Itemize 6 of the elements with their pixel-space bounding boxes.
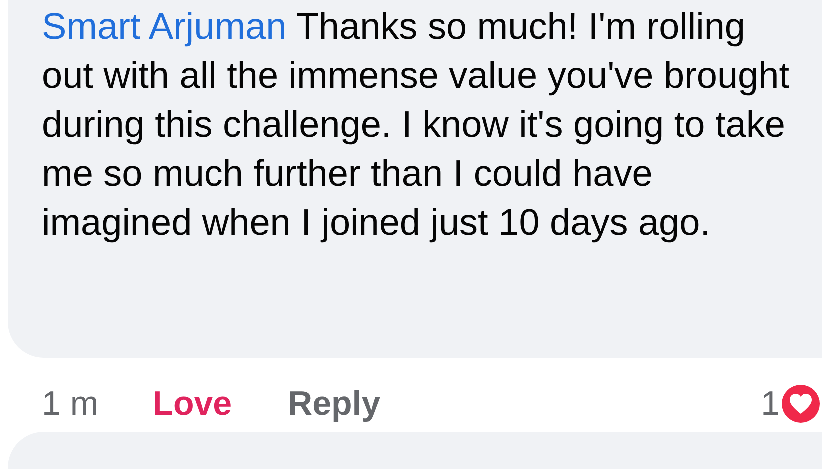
author-link[interactable]: Smart Arjuman bbox=[42, 6, 287, 47]
timestamp: 1 m bbox=[42, 384, 99, 424]
comment-text: Smart Arjuman Thanks so much! I'm rolling out with all the immense value you've brought during this challenge. I know it's going to take me so much further than I could have imagined when I joined just 10 days ago. bbox=[42, 5, 790, 245]
reaction-count: 1 bbox=[761, 384, 780, 424]
reply-button[interactable]: Reply bbox=[288, 378, 381, 430]
love-button[interactable]: Love bbox=[152, 378, 232, 430]
